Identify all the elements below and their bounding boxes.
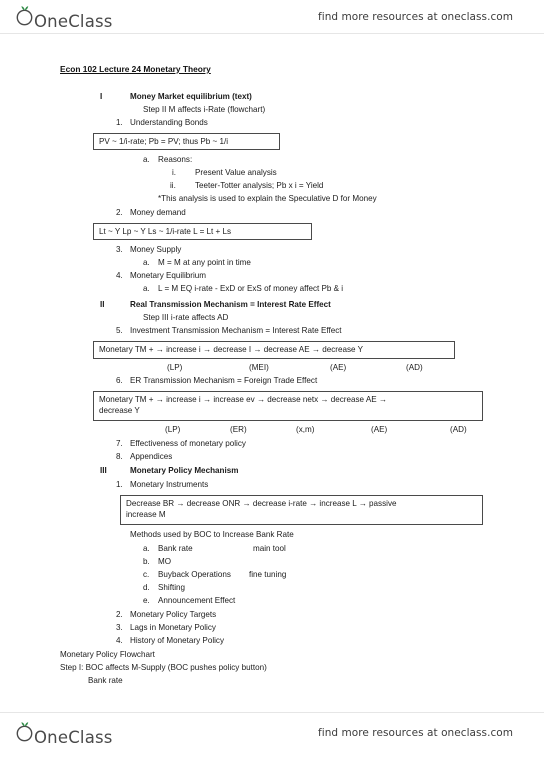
list-item: Reasons: [158, 155, 193, 164]
page-footer: OneClass find more resources at oneclass… [0, 716, 544, 750]
chain-label: (AD) [406, 363, 423, 372]
bank-rate-chain-line2: increase M [126, 509, 166, 519]
list-marker: d. [143, 583, 150, 592]
foreign-trade-transmission-line2: decrease Y [99, 405, 140, 415]
list-marker: 5. [116, 326, 123, 335]
list-marker: 3. [116, 623, 123, 632]
chain-label: (LP) [165, 425, 181, 434]
foreign-trade-transmission-box: Monetary TM + → increase i → increase ev… [93, 391, 483, 421]
bond-price-formula-box: PV ~ 1/i-rate; Pb = PV; thus Pb ~ 1/i [93, 133, 280, 150]
section-numeral-1: I [100, 92, 103, 101]
investment-transmission-box: Monetary TM + → increase i → decrease I … [93, 341, 455, 359]
list-marker: a. [143, 284, 150, 293]
list-item: Announcement Effect [158, 596, 236, 605]
list-item: Monetary Policy Targets [130, 610, 217, 619]
list-item: Investment Transmission Mechanism = Inte… [130, 326, 342, 335]
money-demand-formula-box: Lt ~ Y Lp ~ Y Ls ~ 1/i-rate L = Lt + Ls [93, 223, 312, 240]
list-marker: a. [143, 544, 150, 553]
chain-label: (AE) [371, 425, 388, 434]
oneclass-logo-footer[interactable]: OneClass [14, 719, 113, 747]
list-marker: 2. [116, 208, 123, 217]
chain-label: (LP) [167, 363, 183, 372]
header-divider [0, 33, 544, 34]
chain-label: (MEI) [249, 363, 269, 372]
logo-wordmark: OneClass [34, 12, 113, 31]
list-item: Lags in Monetary Policy [130, 623, 216, 632]
list-item-note: fine tuning [249, 570, 287, 579]
section-heading-2: Real Transmission Mechanism = Interest R… [130, 300, 331, 309]
logo-wordmark: OneClass [34, 728, 113, 747]
document-body: Econ 102 Lecture 24 Monetary Theory I Mo… [0, 46, 544, 706]
list-item: Monetary Instruments [130, 480, 209, 489]
footnote-speculative-demand: *This analysis is used to explain the Sp… [158, 194, 377, 203]
list-marker: 7. [116, 439, 123, 448]
section-numeral-3: III [100, 466, 107, 475]
list-marker: a. [143, 258, 150, 267]
list-item: Money demand [130, 208, 186, 217]
list-item: Understanding Bonds [130, 118, 208, 127]
list-marker: b. [143, 557, 150, 566]
bond-price-formula-text: PV ~ 1/i-rate; Pb = PV; thus Pb ~ 1/i [99, 137, 229, 146]
list-item: MO [158, 557, 172, 566]
list-item: M = M at any point in time [158, 258, 251, 267]
section-heading-3: Monetary Policy Mechanism [130, 466, 239, 475]
list-marker: 1. [116, 118, 123, 127]
list-marker: 4. [116, 271, 123, 280]
list-item: Teeter-Totter analysis; Pb x i = Yield [195, 181, 324, 190]
closing-line-step1: Step I: BOC affects M-Supply (BOC pushes… [60, 663, 267, 672]
list-marker: 3. [116, 245, 123, 254]
footer-divider [0, 712, 544, 713]
list-item: Present Value analysis [195, 168, 277, 177]
list-marker: e. [143, 596, 150, 605]
closing-line-bank-rate: Bank rate [88, 676, 123, 685]
list-item: Effectiveness of monetary policy [130, 439, 246, 448]
bank-rate-chain-box: Decrease BR → decrease ONR → decrease i-… [120, 495, 483, 525]
list-marker: 6. [116, 376, 123, 385]
list-item-note: main tool [253, 544, 286, 553]
chain-label: (x,m) [296, 425, 315, 434]
list-item: Buyback Operations [158, 570, 231, 579]
foreign-trade-transmission-line1: Monetary TM + → increase i → increase ev… [99, 395, 387, 404]
closing-line-flowchart: Monetary Policy Flowchart [60, 650, 155, 659]
chain-label: (AE) [330, 363, 347, 372]
oneclass-logo[interactable]: OneClass [14, 3, 113, 31]
section-subtitle-1: Step II M affects i-Rate (flowchart) [143, 105, 266, 114]
list-item: Shifting [158, 583, 185, 592]
list-marker: 1. [116, 480, 123, 489]
section-subtitle-2: Step III i-rate affects AD [143, 313, 229, 322]
header-tagline: find more resources at oneclass.com [318, 11, 514, 23]
list-marker: 8. [116, 452, 123, 461]
list-marker: 4. [116, 636, 123, 645]
section-heading-1: Money Market equilibrium (text) [130, 92, 252, 101]
list-marker: ii. [170, 181, 176, 190]
list-marker: c. [143, 570, 150, 579]
money-supply-identity: M = M at any point in time [158, 258, 251, 267]
list-item: Monetary Equilibrium [130, 271, 207, 280]
section-numeral-2: II [100, 300, 105, 309]
list-marker: 2. [116, 610, 123, 619]
page-header: OneClass find more resources at oneclass… [0, 0, 544, 34]
money-demand-formula-text: Lt ~ Y Lp ~ Y Ls ~ 1/i-rate L = Lt + Ls [99, 227, 232, 236]
page-title: Econ 102 Lecture 24 Monetary Theory [60, 64, 211, 74]
chain-label: (ER) [230, 425, 247, 434]
bank-rate-chain-line1: Decrease BR → decrease ONR → decrease i-… [126, 499, 397, 508]
list-item: ER Transmission Mechanism = Foreign Trad… [130, 376, 318, 385]
list-marker: i. [172, 168, 177, 177]
list-item: Money Supply [130, 245, 182, 254]
list-item: Bank rate [158, 544, 193, 553]
investment-transmission-text: Monetary TM + → increase i → decrease I … [99, 345, 363, 354]
boc-methods-heading: Methods used by BOC to Increase Bank Rat… [130, 530, 294, 539]
footer-tagline: find more resources at oneclass.com [318, 727, 514, 739]
list-item: History of Monetary Policy [130, 636, 225, 645]
list-item: Appendices [130, 452, 173, 461]
chain-label: (AD) [450, 425, 467, 434]
list-item: L = M EQ i-rate - ExD or ExS of money af… [158, 284, 344, 293]
list-marker: a. [143, 155, 150, 164]
